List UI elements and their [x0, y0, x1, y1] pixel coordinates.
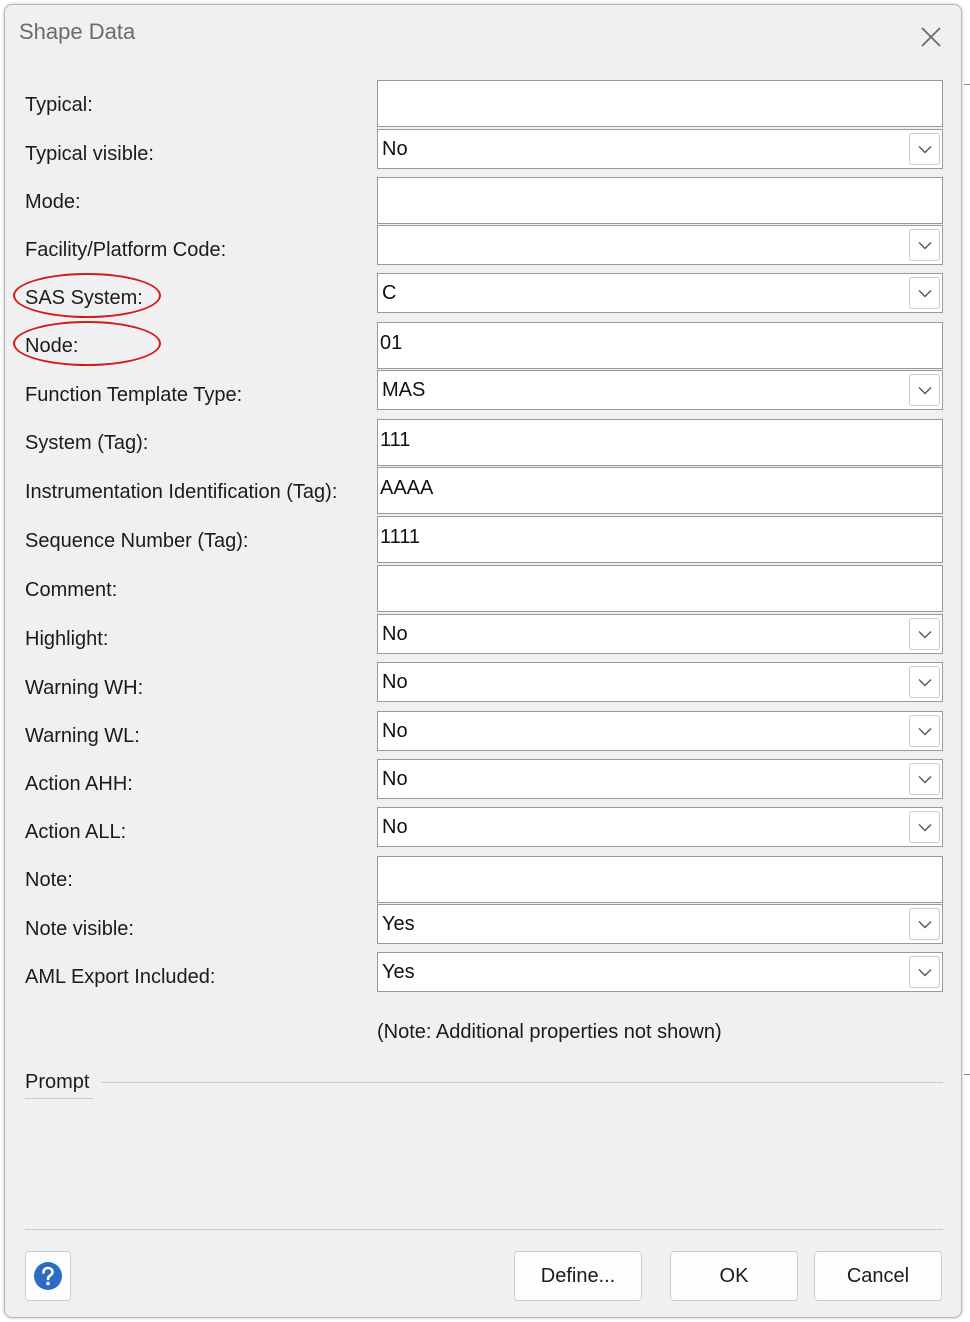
chevron-down-icon	[918, 678, 931, 686]
help-icon	[34, 1262, 62, 1290]
dropdown-button[interactable]	[909, 811, 940, 843]
input-node[interactable]: 01	[377, 322, 943, 369]
label-note: Note:	[25, 869, 73, 891]
chevron-down-icon	[918, 775, 931, 783]
dropdown-aml-export-included[interactable]: Yes	[377, 952, 943, 992]
value-sequence-number-tag: 1111	[380, 526, 421, 548]
footer-separator	[25, 1229, 943, 1230]
value-action-ahh: No	[382, 768, 408, 790]
chevron-down-icon	[918, 968, 931, 976]
value-sas-system: C	[382, 282, 397, 304]
value-typical-visible: No	[382, 138, 408, 160]
label-function-template-type: Function Template Type:	[25, 384, 243, 406]
ok-button[interactable]: OK	[670, 1251, 798, 1301]
help-button[interactable]	[25, 1251, 71, 1301]
value-instrumentation-identification-tag: AAAA	[380, 477, 434, 499]
label-system-tag: System (Tag):	[25, 432, 149, 454]
value-aml-export-included: Yes	[382, 961, 415, 983]
prompt-underline	[25, 1098, 93, 1099]
chevron-down-icon	[918, 823, 931, 831]
dropdown-button[interactable]	[909, 715, 940, 747]
input-note[interactable]	[377, 856, 943, 903]
dropdown-button[interactable]	[909, 229, 940, 261]
chevron-down-icon	[918, 630, 931, 638]
prompt-divider	[101, 1082, 943, 1083]
label-typical: Typical:	[25, 94, 93, 116]
dropdown-function-template-type[interactable]: MAS	[377, 370, 943, 410]
value-warning-wh: No	[382, 671, 408, 693]
dropdown-warning-wh[interactable]: No	[377, 662, 943, 702]
input-sequence-number-tag[interactable]: 1111	[377, 516, 943, 563]
dropdown-button[interactable]	[909, 374, 940, 406]
dropdown-sas-system[interactable]: C	[377, 273, 943, 313]
define-button[interactable]: Define...	[514, 1251, 642, 1301]
close-icon	[921, 27, 941, 47]
note-additional-properties: (Note: Additional properties not shown)	[377, 1021, 722, 1043]
chevron-down-icon	[918, 727, 931, 735]
input-mode[interactable]	[377, 177, 943, 224]
chevron-down-icon	[918, 289, 931, 297]
dropdown-highlight[interactable]: No	[377, 614, 943, 654]
value-node: 01	[380, 332, 403, 354]
background-edge-line	[964, 84, 970, 85]
input-instrumentation-identification-tag[interactable]: AAAA	[377, 467, 943, 514]
value-warning-wl: No	[382, 720, 408, 742]
dropdown-button[interactable]	[909, 666, 940, 698]
dropdown-note-visible[interactable]: Yes	[377, 904, 943, 944]
dropdown-button[interactable]	[909, 763, 940, 795]
highlight-circle-node	[13, 321, 161, 366]
value-note-visible: Yes	[382, 913, 415, 935]
dropdown-typical-visible[interactable]: No	[377, 129, 943, 169]
value-highlight: No	[382, 623, 408, 645]
label-typical-visible: Typical visible:	[25, 143, 154, 165]
label-action-ahh: Action AHH:	[25, 773, 133, 795]
label-sequence-number-tag: Sequence Number (Tag):	[25, 530, 249, 552]
input-system-tag[interactable]: 111	[377, 419, 943, 466]
label-action-all: Action ALL:	[25, 821, 127, 843]
highlight-circle-sas-system	[13, 273, 161, 318]
value-action-all: No	[382, 816, 408, 838]
dropdown-action-all[interactable]: No	[377, 807, 943, 847]
dropdown-button[interactable]	[909, 908, 940, 940]
value-system-tag: 111	[380, 429, 411, 451]
label-highlight: Highlight:	[25, 628, 109, 650]
label-note-visible: Note visible:	[25, 918, 134, 940]
prompt-label: Prompt	[25, 1071, 90, 1093]
dropdown-action-ahh[interactable]: No	[377, 759, 943, 799]
close-button[interactable]	[913, 19, 949, 55]
chevron-down-icon	[918, 145, 931, 153]
input-typical[interactable]	[377, 80, 943, 127]
dropdown-button[interactable]	[909, 618, 940, 650]
chevron-down-icon	[918, 920, 931, 928]
dialog-title: Shape Data	[19, 19, 136, 44]
label-instrumentation-identification-tag: Instrumentation Identification (Tag):	[25, 481, 338, 503]
label-aml-export-included: AML Export Included:	[25, 966, 216, 988]
label-warning-wh: Warning WH:	[25, 677, 144, 699]
label-mode: Mode:	[25, 191, 81, 213]
dropdown-facility-platform-code[interactable]	[377, 225, 943, 265]
dropdown-button[interactable]	[909, 277, 940, 309]
label-warning-wl: Warning WL:	[25, 725, 140, 747]
chevron-down-icon	[918, 241, 931, 249]
input-comment[interactable]	[377, 565, 943, 612]
background-edge-line	[964, 1074, 970, 1075]
cancel-button[interactable]: Cancel	[814, 1251, 942, 1301]
shape-data-dialog: Shape Data Typical: Typical visible: No Mod…	[4, 4, 962, 1318]
dropdown-button[interactable]	[909, 133, 940, 165]
dropdown-button[interactable]	[909, 956, 940, 988]
label-comment: Comment:	[25, 579, 118, 601]
dropdown-warning-wl[interactable]: No	[377, 711, 943, 751]
chevron-down-icon	[918, 386, 931, 394]
value-function-template-type: MAS	[382, 379, 426, 401]
label-facility-platform-code: Facility/Platform Code:	[25, 239, 227, 261]
